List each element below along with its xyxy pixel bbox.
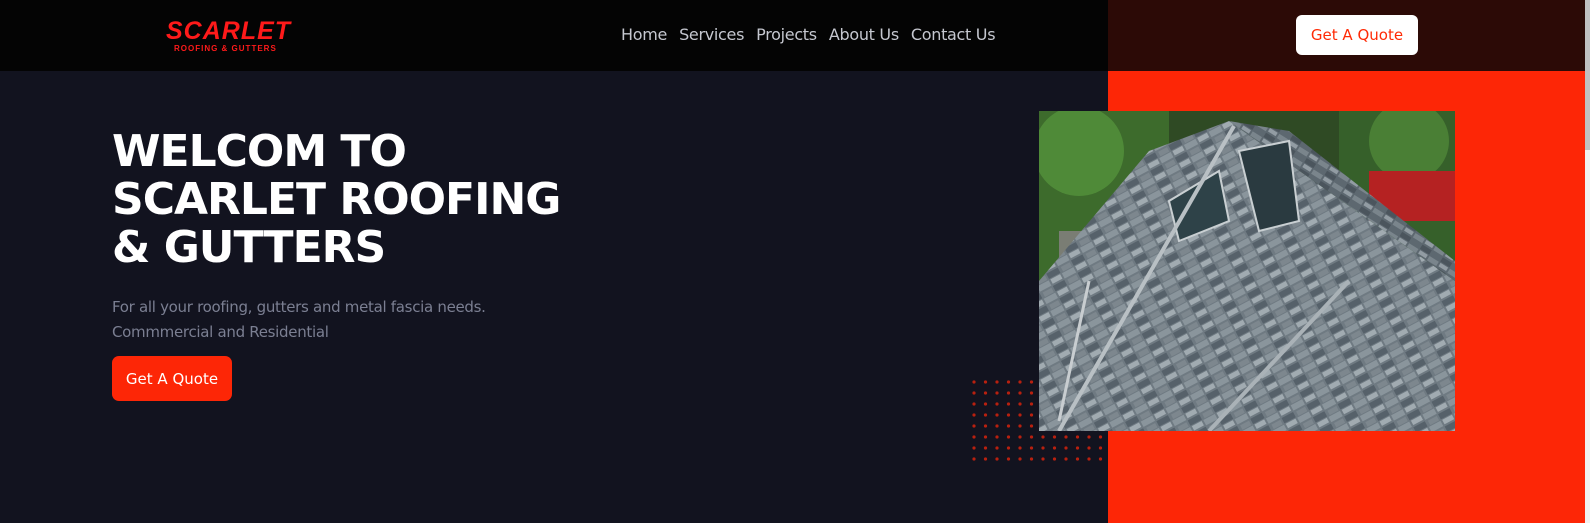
hero-title: WELCOM TO SCARLET ROOFING & GUTTERS <box>112 126 561 273</box>
pattern-dot <box>1087 446 1091 450</box>
pattern-dot <box>1041 457 1045 461</box>
pattern-dot <box>1018 424 1022 428</box>
pattern-dot <box>995 424 999 428</box>
nav-services[interactable]: Services <box>679 24 744 46</box>
pattern-dot <box>1087 435 1091 439</box>
pattern-dot <box>1006 391 1011 395</box>
pattern-dot <box>1041 435 1045 439</box>
hero-title-line: & GUTTERS <box>112 222 386 273</box>
pattern-dot <box>1029 402 1034 406</box>
pattern-dot <box>995 413 999 417</box>
pattern-dot <box>1064 457 1068 461</box>
pattern-dot <box>983 424 988 428</box>
pattern-dot <box>995 402 999 406</box>
nav-about-us[interactable]: About Us <box>829 24 899 46</box>
pattern-dot <box>1018 391 1022 395</box>
pattern-dot <box>1018 457 1022 461</box>
pattern-dot <box>1075 435 1080 439</box>
brand-tagline: ROOFING & GUTTERS <box>174 44 277 53</box>
pattern-dot <box>1052 435 1057 439</box>
pattern-dot <box>1018 446 1022 450</box>
pattern-dot <box>1029 435 1034 439</box>
main-nav: Home Services Projects About Us Contact … <box>621 24 996 46</box>
pattern-dot <box>972 402 976 406</box>
pattern-dot <box>983 380 988 384</box>
roof-photo <box>1039 111 1455 431</box>
pattern-dot <box>1064 435 1068 439</box>
pattern-dot <box>1052 446 1057 450</box>
pattern-dot <box>1006 457 1011 461</box>
pattern-dot <box>1029 446 1034 450</box>
pattern-dot <box>972 424 976 428</box>
hero-subtitle-line: Commmercial and Residential <box>112 323 329 341</box>
hero-subtitle-line: For all your roofing, gutters and metal … <box>112 298 486 316</box>
pattern-dot <box>1029 424 1034 428</box>
pattern-dot <box>983 446 988 450</box>
pattern-dot <box>1098 446 1103 450</box>
pattern-dot <box>1041 446 1045 450</box>
nav-home[interactable]: Home <box>621 24 667 46</box>
pattern-dot <box>1098 435 1103 439</box>
pattern-dot <box>1098 457 1103 461</box>
hero-title-line: SCARLET ROOFING <box>112 174 561 225</box>
pattern-dot <box>972 435 976 439</box>
pattern-dot <box>1064 446 1068 450</box>
pattern-dot <box>983 457 988 461</box>
pattern-dot <box>1006 446 1011 450</box>
pattern-dot <box>983 391 988 395</box>
pattern-dot <box>1006 380 1011 384</box>
pattern-dot <box>983 413 988 417</box>
hero-subtitle: For all your roofing, gutters and metal … <box>112 295 486 345</box>
pattern-dot <box>1006 413 1011 417</box>
pattern-dot <box>1006 402 1011 406</box>
pattern-dot <box>1018 435 1022 439</box>
pattern-dot <box>972 391 976 395</box>
pattern-dot <box>1052 457 1057 461</box>
pattern-dot <box>1029 457 1034 461</box>
pattern-dot <box>972 380 976 384</box>
pattern-dot <box>1018 413 1022 417</box>
roof-photo-illustration <box>1039 111 1455 431</box>
nav-contact-us[interactable]: Contact Us <box>911 24 996 46</box>
pattern-dot <box>995 435 999 439</box>
pattern-dot <box>995 446 999 450</box>
pattern-dot <box>1075 457 1080 461</box>
pattern-dot <box>1029 413 1034 417</box>
pattern-dot <box>1018 380 1022 384</box>
pattern-dot <box>1029 391 1034 395</box>
pattern-dot <box>972 446 976 450</box>
brand-logo[interactable]: SCARLET ROOFING & GUTTERS <box>166 17 294 54</box>
nav-get-quote-button[interactable]: Get A Quote <box>1296 15 1418 55</box>
pattern-dot <box>972 457 976 461</box>
pattern-dot <box>1018 402 1022 406</box>
pattern-dot <box>995 380 999 384</box>
pattern-dot <box>972 413 976 417</box>
brand-name: SCARLET <box>166 17 292 45</box>
hero-title-line: WELCOM TO <box>112 126 407 177</box>
pattern-dot <box>1006 424 1011 428</box>
pattern-dot <box>983 435 988 439</box>
pattern-dot <box>983 402 988 406</box>
pattern-dot <box>1029 380 1034 384</box>
pattern-dot <box>995 391 999 395</box>
nav-projects[interactable]: Projects <box>756 24 817 46</box>
hero-get-quote-button[interactable]: Get A Quote <box>112 356 232 401</box>
scrollbar-thumb[interactable] <box>1585 0 1590 150</box>
pattern-dot <box>1006 435 1011 439</box>
pattern-dot <box>995 457 999 461</box>
pattern-dot <box>1087 457 1091 461</box>
pattern-dot <box>1075 446 1080 450</box>
